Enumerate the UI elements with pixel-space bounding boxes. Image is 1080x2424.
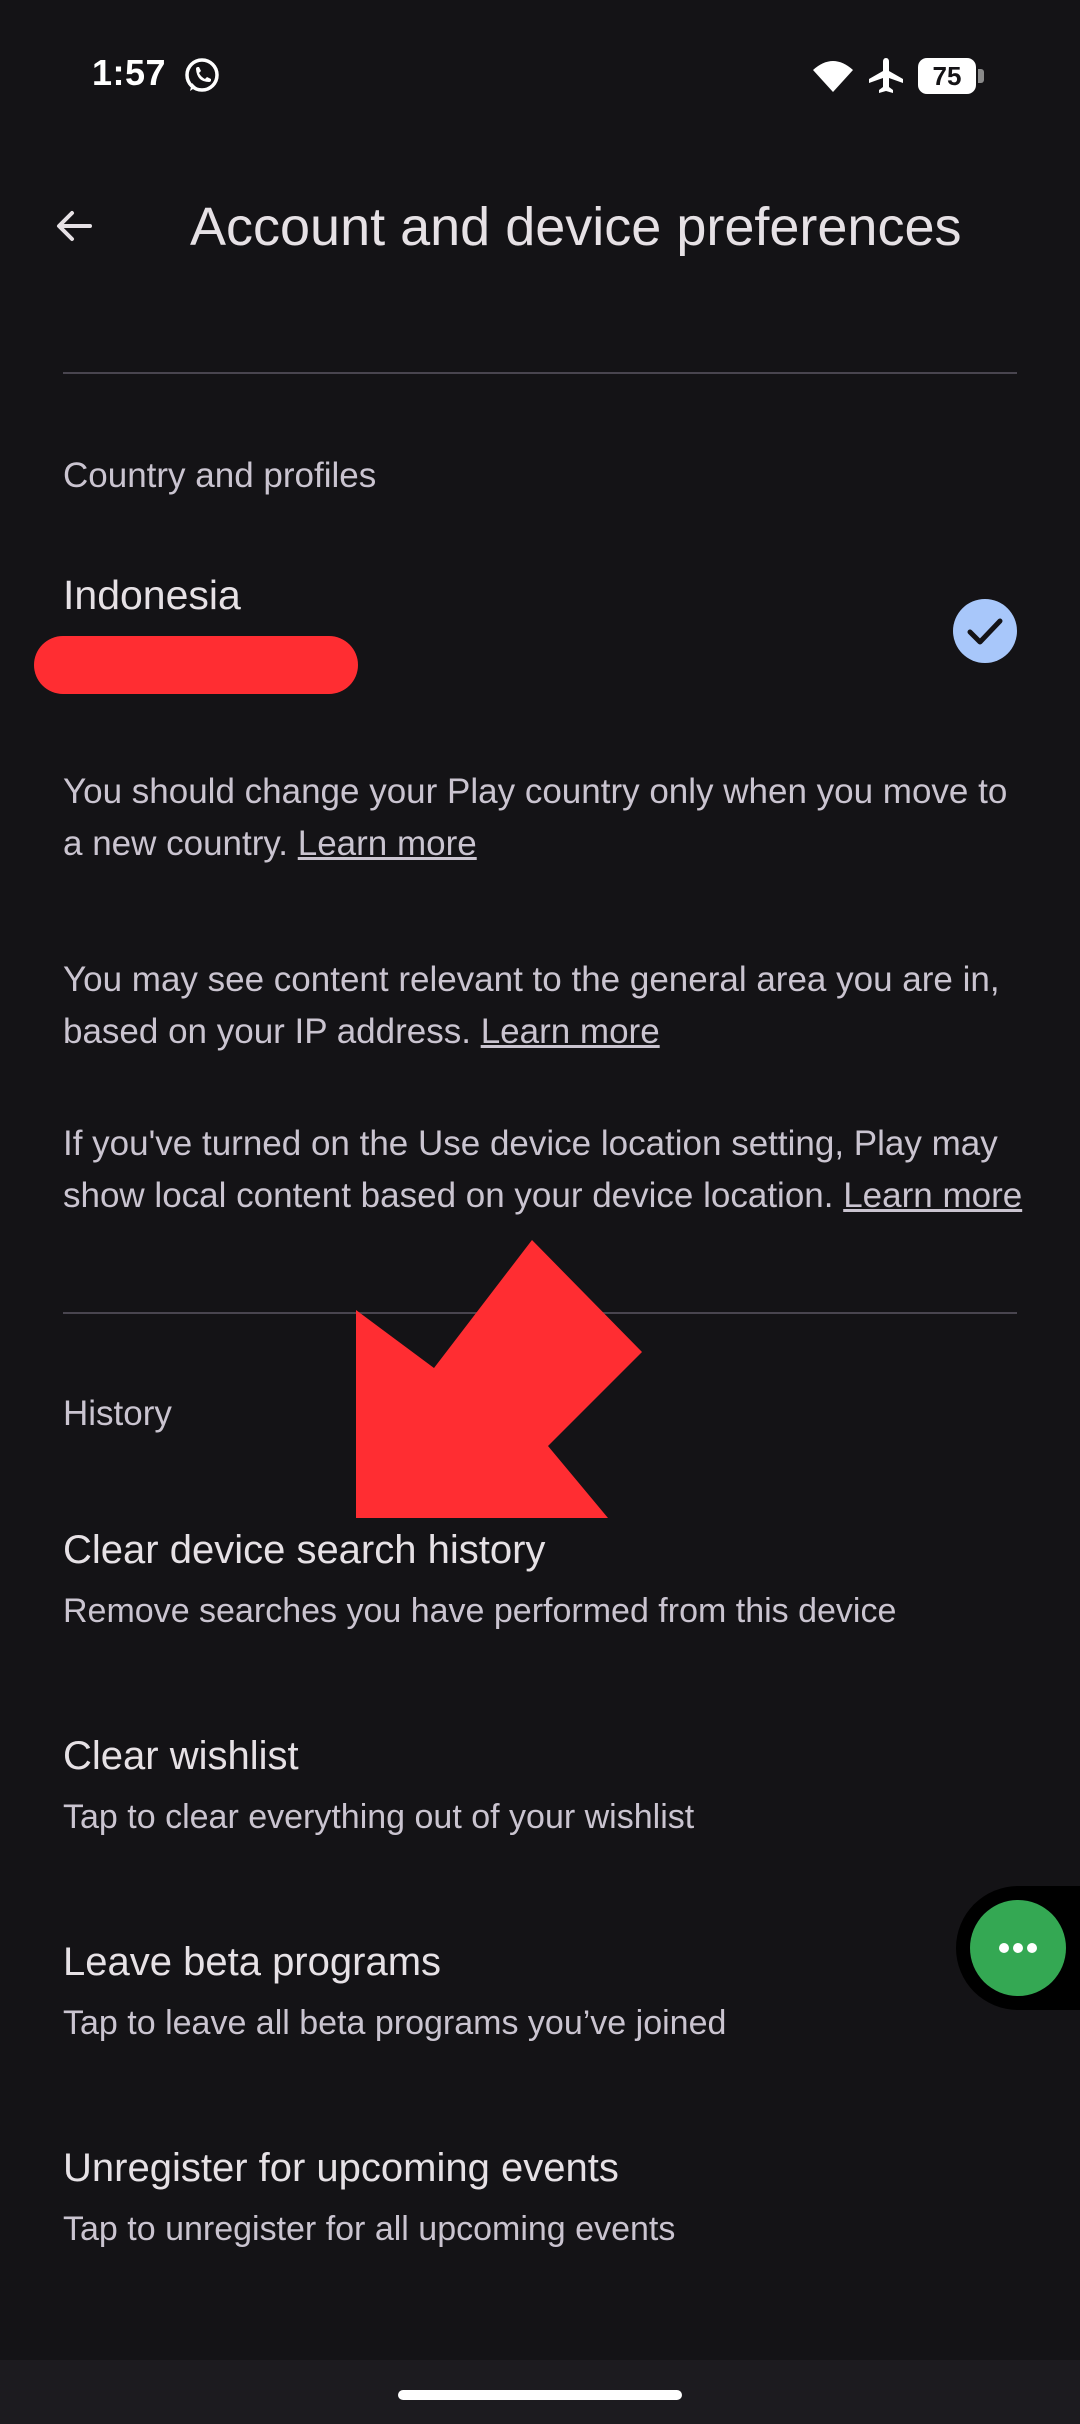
- annotation-arrow-icon: [356, 1240, 642, 1518]
- history-section-header: History: [63, 1394, 172, 1433]
- clear-wishlist-item[interactable]: Clear wishlist Tap to clear everything o…: [0, 1734, 1080, 1904]
- leave-beta-programs-item[interactable]: Leave beta programs Tap to leave all bet…: [0, 1940, 1080, 2110]
- item-subtitle: Tap to leave all beta programs you’ve jo…: [63, 2004, 727, 2042]
- item-title: Leave beta programs: [63, 1940, 442, 1984]
- redaction-mark: [34, 636, 358, 694]
- divider: [63, 372, 1017, 374]
- arrow-back-icon: [57, 211, 92, 241]
- learn-more-link[interactable]: Learn more: [843, 1176, 1022, 1215]
- country-change-text: You should change your Play country only…: [63, 772, 1008, 863]
- learn-more-link[interactable]: Learn more: [298, 824, 477, 863]
- clear-search-history-item[interactable]: Clear device search history Remove searc…: [0, 1528, 1080, 1698]
- navigation-bar: [0, 2360, 1080, 2424]
- home-indicator[interactable]: [398, 2390, 682, 2400]
- item-subtitle: Tap to clear everything out of your wish…: [63, 1798, 695, 1836]
- floating-bubble-container: [956, 1886, 1080, 2010]
- back-button[interactable]: [34, 186, 114, 266]
- screen: 1:57 75 Account and device preferences C…: [0, 0, 1080, 2424]
- battery-icon: 75: [918, 58, 984, 94]
- status-time: 1:57: [92, 52, 167, 93]
- item-title: Unregister for upcoming events: [63, 2146, 619, 2190]
- device-location-info: If you've turned on the Use device locat…: [63, 1118, 1023, 1222]
- page-title: Account and device preferences: [190, 197, 962, 257]
- more-horiz-icon: [999, 1943, 1037, 1953]
- item-subtitle: Remove searches you have performed from …: [63, 1592, 897, 1630]
- battery-level: 75: [932, 61, 962, 91]
- country-change-info: You should change your Play country only…: [63, 766, 1023, 870]
- item-title: Clear wishlist: [63, 1734, 299, 1778]
- item-subtitle: Tap to unregister for all upcoming event…: [63, 2210, 676, 2248]
- top-app-bar: Account and device preferences: [0, 150, 1080, 300]
- item-title: Clear device search history: [63, 1528, 546, 1572]
- status-bar: 1:57 75: [0, 0, 1080, 150]
- floating-chat-bubble[interactable]: [970, 1900, 1066, 1996]
- unregister-events-item[interactable]: Unregister for upcoming events Tap to un…: [0, 2146, 1080, 2316]
- country-name: Indonesia: [63, 572, 241, 618]
- wifi-icon: [813, 61, 853, 92]
- battery-cap: [978, 69, 984, 83]
- country-section-header: Country and profiles: [63, 456, 377, 495]
- check-circle-icon: [953, 599, 1017, 663]
- ip-content-info: You may see content relevant to the gene…: [63, 954, 1023, 1058]
- learn-more-link[interactable]: Learn more: [481, 1012, 660, 1051]
- whatsapp-icon: [185, 58, 219, 92]
- airplane-mode-icon: [869, 58, 903, 93]
